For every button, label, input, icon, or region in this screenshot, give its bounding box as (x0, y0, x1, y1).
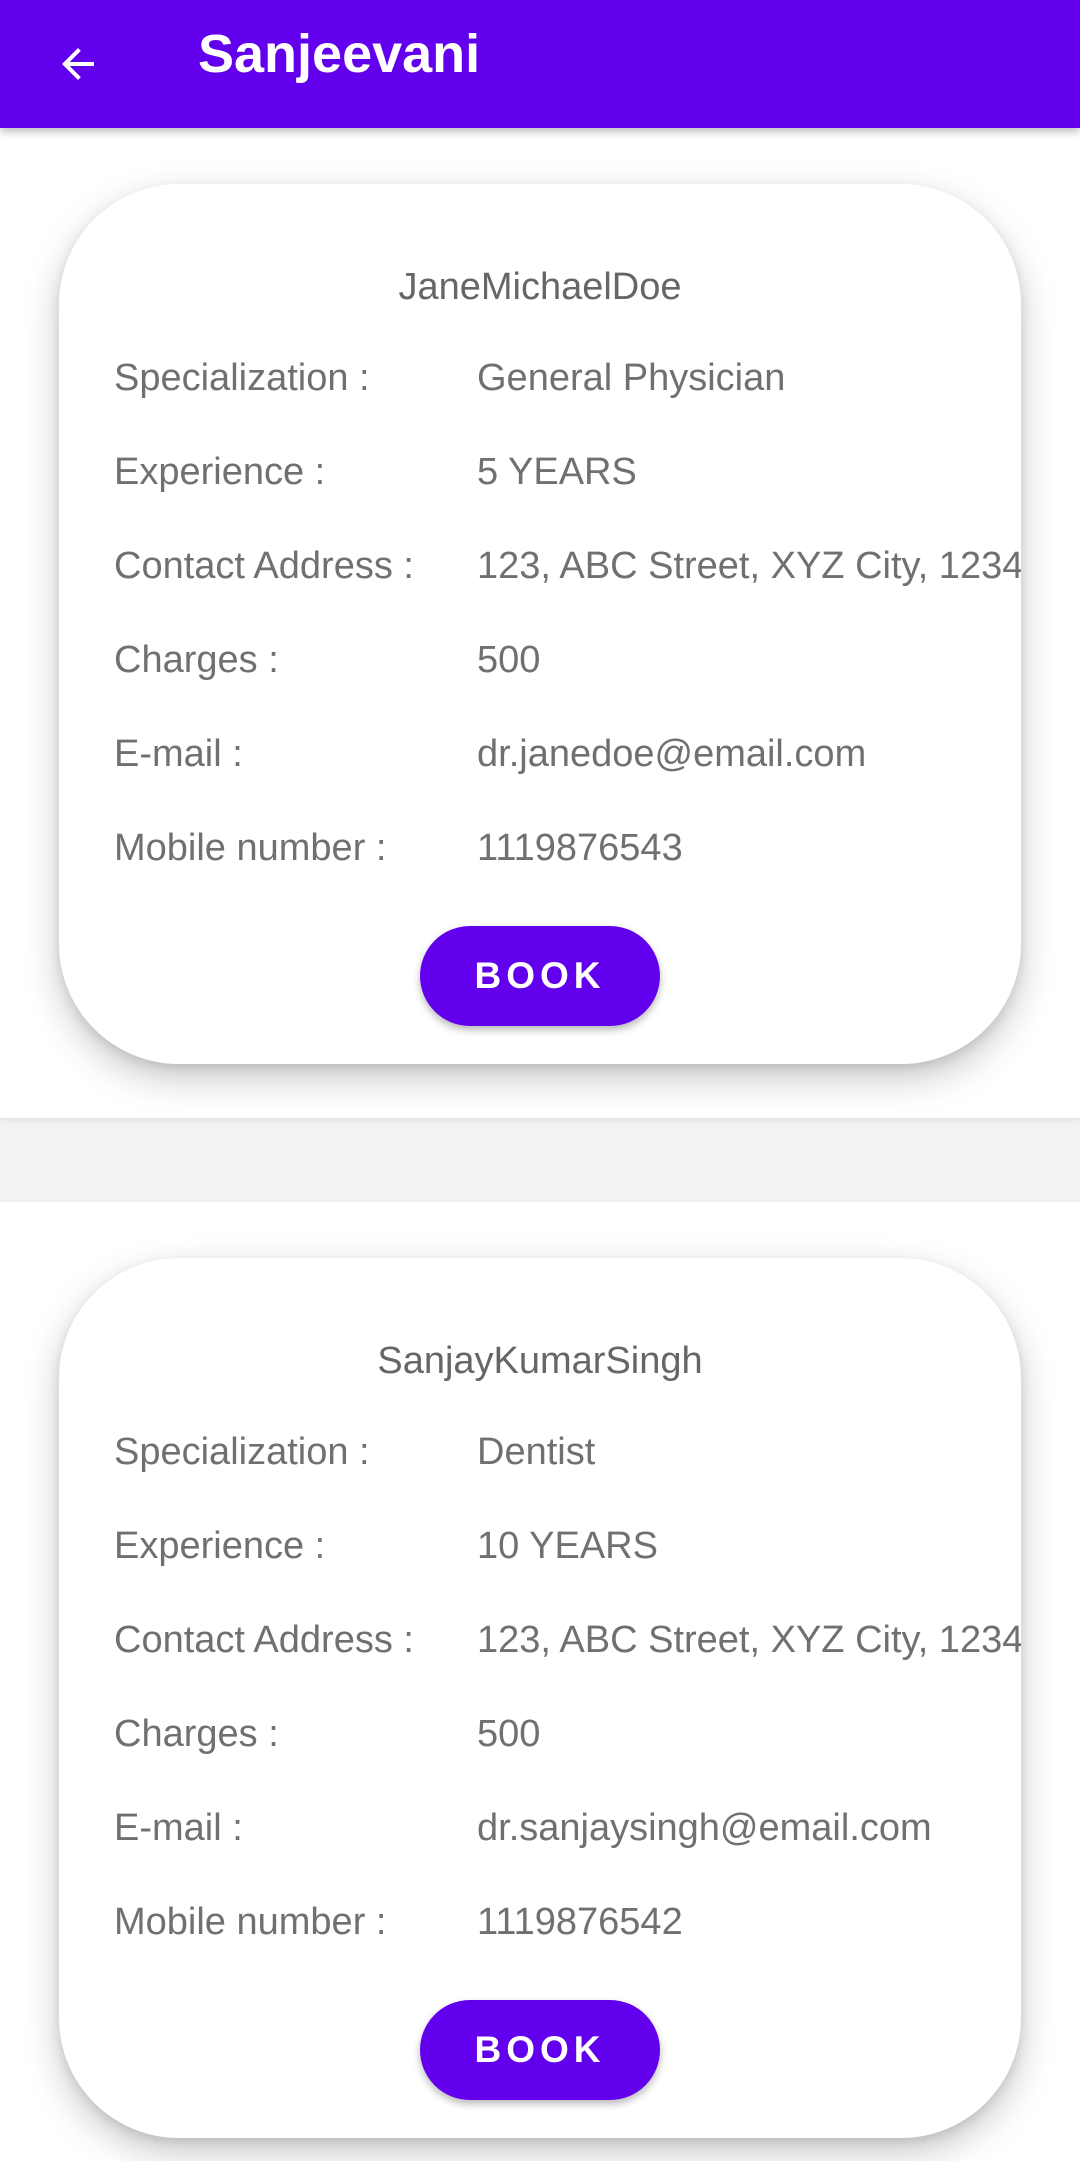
email-row: E-mail : dr.sanjaysingh@email.com (114, 1798, 1021, 1858)
mobile-number-label: Mobile number : (114, 827, 387, 869)
charges-row: Charges : 500 (114, 1704, 1021, 1764)
experience-value: 10 YEARS (477, 1525, 658, 1567)
charges-label: Charges : (114, 639, 279, 681)
contact-address-value: 123, ABC Street, XYZ City, 12345 (477, 1619, 1021, 1661)
email-row: E-mail : dr.janedoe@email.com (114, 724, 1021, 784)
contact-address-row: Contact Address : 123, ABC Street, XYZ C… (114, 1610, 1021, 1670)
contact-address-value: 123, ABC Street, XYZ City, 12345 (477, 545, 1021, 587)
email-value: dr.sanjaysingh@email.com (477, 1807, 932, 1849)
book-button[interactable]: BOOK (420, 926, 660, 1026)
charges-row: Charges : 500 (114, 630, 1021, 690)
mobile-number-row: Mobile number : 1119876542 (114, 1892, 1021, 1952)
specialization-label: Specialization : (114, 357, 370, 399)
email-value: dr.janedoe@email.com (477, 733, 867, 775)
contact-address-label: Contact Address : (114, 545, 414, 587)
contact-address-label: Contact Address : (114, 1619, 414, 1661)
doctor-card: JaneMichaelDoe Specialization : General … (59, 184, 1021, 1064)
doctor-list[interactable]: JaneMichaelDoe Specialization : General … (0, 128, 1080, 2161)
mobile-number-value: 1119876543 (477, 827, 683, 869)
email-label: E-mail : (114, 733, 243, 775)
specialization-value: General Physician (477, 357, 786, 399)
specialization-label: Specialization : (114, 1431, 370, 1473)
app-title: Sanjeevani (198, 24, 481, 84)
charges-label: Charges : (114, 1713, 279, 1755)
experience-label: Experience : (114, 451, 326, 493)
app-bar: Sanjeevani (0, 0, 1080, 128)
experience-value: 5 YEARS (477, 451, 637, 493)
doctor-name: SanjayKumarSingh (377, 1340, 703, 1382)
specialization-value: Dentist (477, 1431, 596, 1473)
mobile-number-label: Mobile number : (114, 1901, 387, 1943)
doctor-card: SanjayKumarSingh Specialization : Dentis… (59, 1258, 1021, 2138)
doctor-list-item: SanjayKumarSingh Specialization : Dentis… (0, 1202, 1080, 2161)
book-button[interactable]: BOOK (420, 2000, 660, 2100)
mobile-number-value: 1119876542 (477, 1901, 683, 1943)
arrow-left-icon (62, 48, 94, 80)
charges-value: 500 (477, 1713, 541, 1755)
doctor-list-item: JaneMichaelDoe Specialization : General … (0, 128, 1080, 1118)
charges-value: 500 (477, 639, 541, 681)
specialization-row: Specialization : Dentist (114, 1422, 1021, 1482)
back-button[interactable] (38, 24, 118, 104)
experience-row: Experience : 5 YEARS (114, 442, 1021, 502)
experience-row: Experience : 10 YEARS (114, 1516, 1021, 1576)
contact-address-row: Contact Address : 123, ABC Street, XYZ C… (114, 536, 1021, 596)
experience-label: Experience : (114, 1525, 326, 1567)
mobile-number-row: Mobile number : 1119876543 (114, 818, 1021, 878)
specialization-row: Specialization : General Physician (114, 348, 1021, 408)
email-label: E-mail : (114, 1807, 243, 1849)
doctor-name: JaneMichaelDoe (398, 266, 682, 308)
